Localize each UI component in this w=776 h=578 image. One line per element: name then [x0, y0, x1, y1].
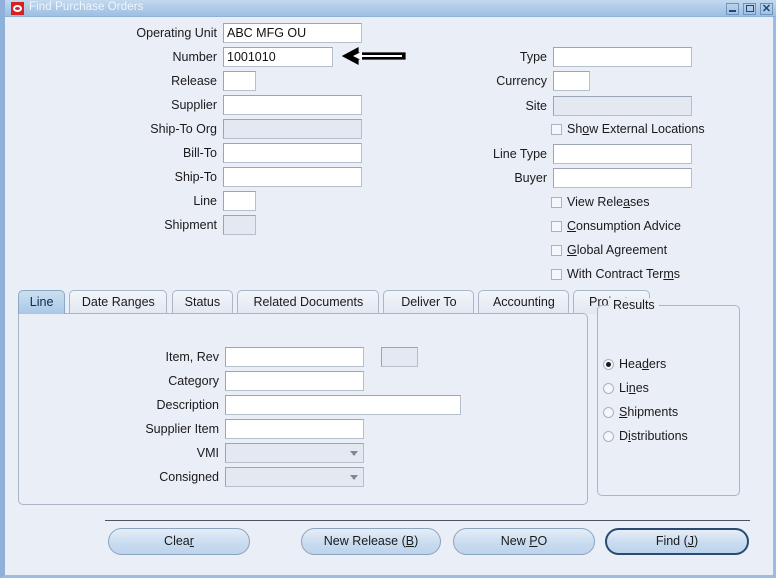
window-title-bar[interactable]: Find Purchase Orders ✕ [5, 0, 776, 17]
checkbox-label: Show External Locations [567, 122, 705, 136]
radio-shipments[interactable]: Shipments [603, 405, 678, 419]
field-release[interactable] [223, 71, 256, 91]
field-bill-to[interactable] [223, 143, 362, 163]
label-type: Type [519, 50, 547, 64]
field-ship-to[interactable] [223, 167, 362, 187]
label-bill-to: Bill-To [182, 146, 217, 160]
checkbox-label: Global Agreement [567, 243, 668, 257]
radio-button-icon[interactable] [603, 406, 614, 418]
field-operating-unit[interactable] [223, 23, 362, 43]
field-supplier-item[interactable] [225, 419, 364, 439]
close-icon[interactable]: ✕ [760, 3, 773, 15]
label-supplier: Supplier [171, 98, 217, 112]
label-buyer: Buyer [514, 171, 547, 185]
radio-button-icon[interactable] [603, 382, 614, 394]
label-vmi: VMI [196, 446, 219, 460]
checkbox-box-icon[interactable] [551, 244, 562, 256]
tab-deliver-to[interactable]: Deliver To [383, 290, 475, 314]
label-item-rev: Item, Rev [165, 350, 220, 364]
label-shipment: Shipment [164, 218, 217, 232]
radio-label: Lines [619, 381, 649, 395]
label-line: Line [193, 194, 217, 208]
radio-label: Headers [619, 357, 667, 371]
field-buyer[interactable] [553, 168, 692, 188]
oracle-logo-icon [11, 2, 24, 15]
label-release: Release [171, 74, 217, 88]
checkbox-box-icon[interactable] [551, 268, 562, 280]
field-rev [381, 347, 418, 367]
find-purchase-orders-window: Find Purchase Orders ✕ Operating Unit Num… [0, 0, 776, 578]
field-number[interactable] [223, 47, 333, 67]
radio-headers[interactable]: Headers [603, 357, 666, 371]
checkbox-view-releases[interactable]: View Releases [551, 195, 649, 209]
field-shipment [223, 215, 256, 235]
results-legend: Results [609, 298, 659, 312]
field-line-type[interactable] [553, 144, 692, 164]
window-title: Find Purchase Orders [29, 1, 144, 13]
field-site [553, 96, 692, 116]
maximize-icon[interactable] [743, 3, 756, 15]
label-line-type: Line Type [493, 147, 547, 161]
button-new-release-b[interactable]: New Release (B) [301, 528, 441, 555]
label-category: Category [168, 374, 219, 388]
minimize-icon[interactable] [726, 3, 739, 15]
label-site: Site [525, 99, 547, 113]
label-description: Description [156, 398, 219, 412]
field-line[interactable] [223, 191, 256, 211]
field-category[interactable] [225, 371, 364, 391]
checkbox-consumption-advice[interactable]: Consumption Advice [551, 219, 681, 233]
label-number: Number [172, 50, 217, 64]
chevron-down-icon[interactable] [350, 451, 358, 456]
field-consigned[interactable] [225, 467, 364, 487]
tab-line[interactable]: Line [18, 290, 66, 314]
tab-status[interactable]: Status [171, 290, 234, 314]
label-ship-to: Ship-To [174, 170, 217, 184]
field-supplier[interactable] [223, 95, 362, 115]
checkbox-box-icon[interactable] [551, 123, 562, 135]
field-description[interactable] [225, 395, 461, 415]
button-bar-separator [105, 520, 750, 521]
line-tab-panel: Item, Rev Category Description Supplier Ite… [18, 313, 588, 505]
checkbox-label: Consumption Advice [567, 219, 681, 233]
checkbox-box-icon[interactable] [551, 196, 562, 208]
checkbox-box-icon[interactable] [551, 220, 562, 232]
checkbox-label: With Contract Terms [567, 267, 680, 281]
label-operating-unit: Operating Unit [136, 26, 217, 40]
checkbox-show-external-locations[interactable]: Show External Locations [551, 122, 705, 136]
checkbox-with-contract-terms[interactable]: With Contract Terms [551, 267, 680, 281]
tab-related-documents[interactable]: Related Documents [237, 290, 380, 314]
tab-date-ranges[interactable]: Date Ranges [69, 290, 168, 314]
label-consigned: Consigned [159, 470, 219, 484]
field-currency[interactable] [553, 71, 590, 91]
radio-lines[interactable]: Lines [603, 381, 649, 395]
field-vmi[interactable] [225, 443, 364, 463]
field-type[interactable] [553, 47, 692, 67]
radio-label: Distributions [619, 429, 688, 443]
checkbox-global-agreement[interactable]: Global Agreement [551, 243, 667, 257]
field-item-rev[interactable] [225, 347, 364, 367]
radio-button-icon[interactable] [603, 358, 614, 370]
radio-button-icon[interactable] [603, 430, 614, 442]
checkbox-label: View Releases [567, 195, 650, 209]
label-supplier-item: Supplier Item [145, 422, 219, 436]
radio-label: Shipments [619, 405, 679, 419]
label-ship-to-org: Ship-To Org [150, 122, 217, 136]
button-clear[interactable]: Clear [108, 528, 250, 555]
button-find-j[interactable]: Find (J) [605, 528, 749, 555]
chevron-down-icon[interactable] [350, 475, 358, 480]
label-currency: Currency [496, 74, 547, 88]
radio-distributions[interactable]: Distributions [603, 429, 688, 443]
left-arrow-annotation-icon [341, 47, 406, 65]
button-new-po[interactable]: New PO [453, 528, 595, 555]
field-ship-to-org [223, 119, 362, 139]
tab-accounting[interactable]: Accounting [478, 290, 570, 314]
results-group-box [597, 305, 740, 496]
